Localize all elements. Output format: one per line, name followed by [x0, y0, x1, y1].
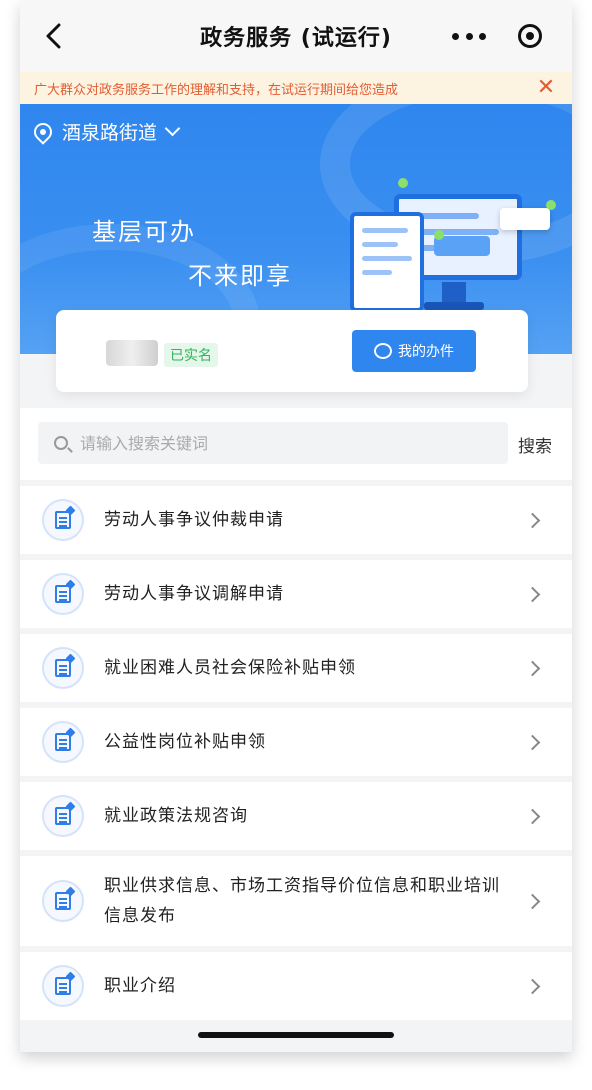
document-edit-icon [42, 573, 84, 615]
document-edit-icon [42, 721, 84, 763]
location-pin-icon [30, 118, 56, 145]
search-row: 搜索 [20, 408, 572, 480]
notice-close-button[interactable]: ✕ [534, 76, 558, 100]
list-item-label: 劳动人事争议调解申请 [104, 584, 284, 604]
doc-glyph [55, 659, 71, 677]
search-input[interactable] [80, 433, 480, 453]
document-edit-icon [42, 795, 84, 837]
chat-bubble-icon [374, 343, 392, 359]
top-nav-bar: 政务服务 (试运行) [20, 0, 572, 72]
service-list: 劳动人事争议仲裁申请 劳动人事争议调解申请 就业困难人员社会保险补贴申领 公益性… [20, 486, 572, 1026]
list-item[interactable]: 职业介绍 [20, 952, 572, 1020]
document-edit-icon [42, 880, 84, 922]
chevron-right-icon [524, 734, 541, 750]
search-button[interactable]: 搜索 [518, 432, 552, 457]
tablet-graphic [350, 212, 424, 312]
tablet-line [362, 270, 392, 275]
doc-glyph [55, 585, 71, 603]
user-profile-card: 已实名 我的办件 [56, 310, 528, 392]
chevron-right-icon [524, 660, 541, 676]
monitor-base [424, 302, 484, 310]
slogan-line-2: 不来即享 [188, 262, 292, 290]
page-title: 政务服务 (试运行) [200, 26, 392, 51]
list-item-label: 就业政策法规咨询 [104, 806, 248, 826]
verified-badge: 已实名 [164, 343, 218, 367]
list-item-label: 职业介绍 [104, 976, 176, 996]
doc-glyph [55, 807, 71, 825]
doc-glyph [55, 733, 71, 751]
list-item[interactable]: 公益性岗位补贴申领 [20, 708, 572, 776]
tablet-line [362, 228, 408, 233]
sparkle-dot [546, 200, 556, 210]
list-item[interactable]: 劳动人事争议调解申请 [20, 560, 572, 628]
document-edit-icon [42, 965, 84, 1007]
chevron-right-icon [524, 512, 541, 528]
computer-illustration [350, 174, 556, 324]
list-item-label: 公益性岗位补贴申领 [104, 732, 266, 752]
back-button[interactable] [38, 20, 70, 52]
home-indicator [198, 1032, 394, 1038]
more-options-button[interactable] [452, 26, 486, 46]
my-services-label: 我的办件 [398, 344, 454, 360]
chevron-right-icon [524, 978, 541, 994]
search-icon [54, 436, 68, 450]
list-item-label: 劳动人事争议仲裁申请 [104, 510, 284, 530]
document-edit-icon [42, 647, 84, 689]
notice-text: 广大群众对政务服务工作的理解和支持，在试运行期间给您造成 [34, 82, 399, 98]
tablet-line [362, 242, 398, 247]
doc-glyph [55, 892, 71, 910]
dot-icon [452, 32, 459, 40]
list-item[interactable]: 劳动人事争议仲裁申请 [20, 486, 572, 554]
list-item-label: 职业供求信息、市场工资指导价位信息和职业培训信息发布 [104, 876, 500, 926]
dot-icon [465, 32, 473, 40]
chevron-right-icon [524, 808, 541, 824]
chevron-right-icon [524, 893, 541, 909]
doc-glyph [55, 511, 71, 529]
phone-screen: 政务服务 (试运行) 广大群众对政务服务工作的理解和支持，在试运行期间给您造成 … [20, 0, 572, 1052]
chevron-down-icon [164, 120, 181, 137]
sparkle-dot [398, 178, 408, 188]
doc-glyph [55, 977, 71, 995]
chevron-left-icon [46, 23, 61, 49]
dot-icon [479, 32, 486, 40]
chevron-right-icon [524, 586, 541, 602]
tablet-line [362, 256, 412, 261]
slogan-line-1: 基层可办 [92, 218, 196, 246]
close-miniprogram-button[interactable] [518, 24, 542, 48]
sparkle-dot [434, 230, 444, 240]
location-label: 酒泉路街道 [62, 122, 158, 144]
floating-card [500, 208, 550, 230]
location-selector[interactable]: 酒泉路街道 [30, 118, 181, 145]
search-box[interactable] [38, 422, 508, 464]
floating-card [434, 236, 490, 256]
document-edit-icon [42, 499, 84, 541]
my-services-button[interactable]: 我的办件 [352, 330, 476, 372]
list-item[interactable]: 就业困难人员社会保险补贴申领 [20, 634, 572, 702]
notice-bar: 广大群众对政务服务工作的理解和支持，在试运行期间给您造成 ✕ [20, 72, 572, 104]
list-item[interactable]: 就业政策法规咨询 [20, 782, 572, 850]
avatar [106, 340, 158, 366]
list-item-label: 就业困难人员社会保险补贴申领 [104, 658, 356, 678]
list-item[interactable]: 职业供求信息、市场工资指导价位信息和职业培训信息发布 [20, 856, 572, 946]
